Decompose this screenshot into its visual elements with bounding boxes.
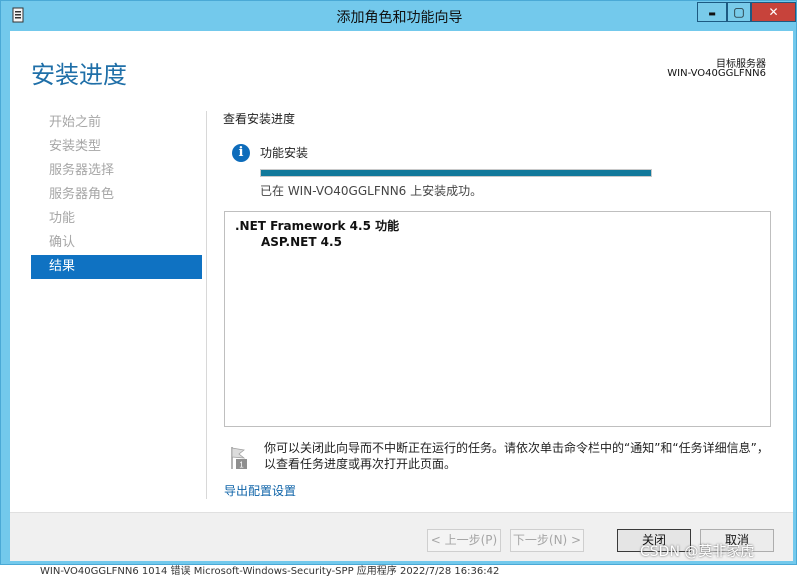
window-title: 添加角色和功能向导 (336, 10, 463, 26)
wizard-window: 添加角色和功能向导 ▬ ▢ ✕ 安装进度 目标服务器 WIN-VO40GGLFN… (0, 0, 797, 565)
nav-item-before-you-begin: 开始之前 (49, 115, 102, 130)
result-subfeature: ASP.NET 4.5 (261, 235, 342, 249)
section-heading: 查看安装进度 (223, 112, 296, 126)
nav-divider (206, 111, 207, 499)
close-icon: ✕ (768, 5, 779, 19)
export-configuration-link[interactable]: 导出配置设置 (224, 482, 296, 499)
result-feature: .NET Framework 4.5 功能 (235, 219, 400, 233)
results-list[interactable]: .NET Framework 4.5 功能 ASP.NET 4.5 (224, 211, 771, 427)
info-icon: i (232, 144, 250, 162)
wizard-content: 安装进度 目标服务器 WIN-VO40GGLFNN6 开始之前 安装类型 服务器… (10, 31, 793, 561)
nav-item-installation-type: 安装类型 (49, 139, 102, 154)
nav-item-results[interactable]: 结果 (31, 255, 202, 279)
page-title: 安装进度 (31, 61, 127, 89)
next-button[interactable]: 下一步(N) > (510, 529, 584, 552)
minimize-icon: ▬ (708, 9, 716, 18)
previous-button[interactable]: < 上一步(P) (427, 529, 501, 552)
title-bar[interactable]: 添加角色和功能向导 ▬ ▢ ✕ (1, 1, 798, 31)
nav-item-confirmation: 确认 (49, 235, 76, 250)
svg-text:1: 1 (239, 461, 244, 470)
help-note: 你可以关闭此向导而不中断正在运行的任务。请依次单击命令栏中的“通知”和“任务详细… (264, 441, 769, 471)
maximize-button[interactable]: ▢ (727, 2, 751, 22)
maximize-icon: ▢ (733, 5, 745, 19)
status-label: 功能安装 (260, 146, 309, 160)
destination-server-name: WIN-VO40GGLFNN6 (667, 68, 766, 79)
installation-progress-bar (260, 169, 652, 177)
success-message: 已在 WIN-VO40GGLFNN6 上安装成功。 (260, 184, 483, 198)
notification-flag-icon: 1 (231, 447, 247, 470)
nav-item-server-roles: 服务器角色 (49, 187, 115, 202)
nav-item-features: 功能 (49, 211, 76, 226)
close-window-button[interactable]: ✕ (751, 2, 796, 22)
background-event-row: WIN-VO40GGLFNN6 1014 错误 Microsoft-Window… (40, 566, 500, 577)
minimize-button[interactable]: ▬ (697, 2, 727, 22)
wizard-nav: 开始之前 安装类型 服务器选择 服务器角色 功能 确认 结果 (31, 111, 202, 279)
progress-fill (261, 170, 651, 176)
watermark: CSDN @莫非家虎 (640, 544, 755, 560)
nav-item-server-selection: 服务器选择 (49, 163, 115, 178)
